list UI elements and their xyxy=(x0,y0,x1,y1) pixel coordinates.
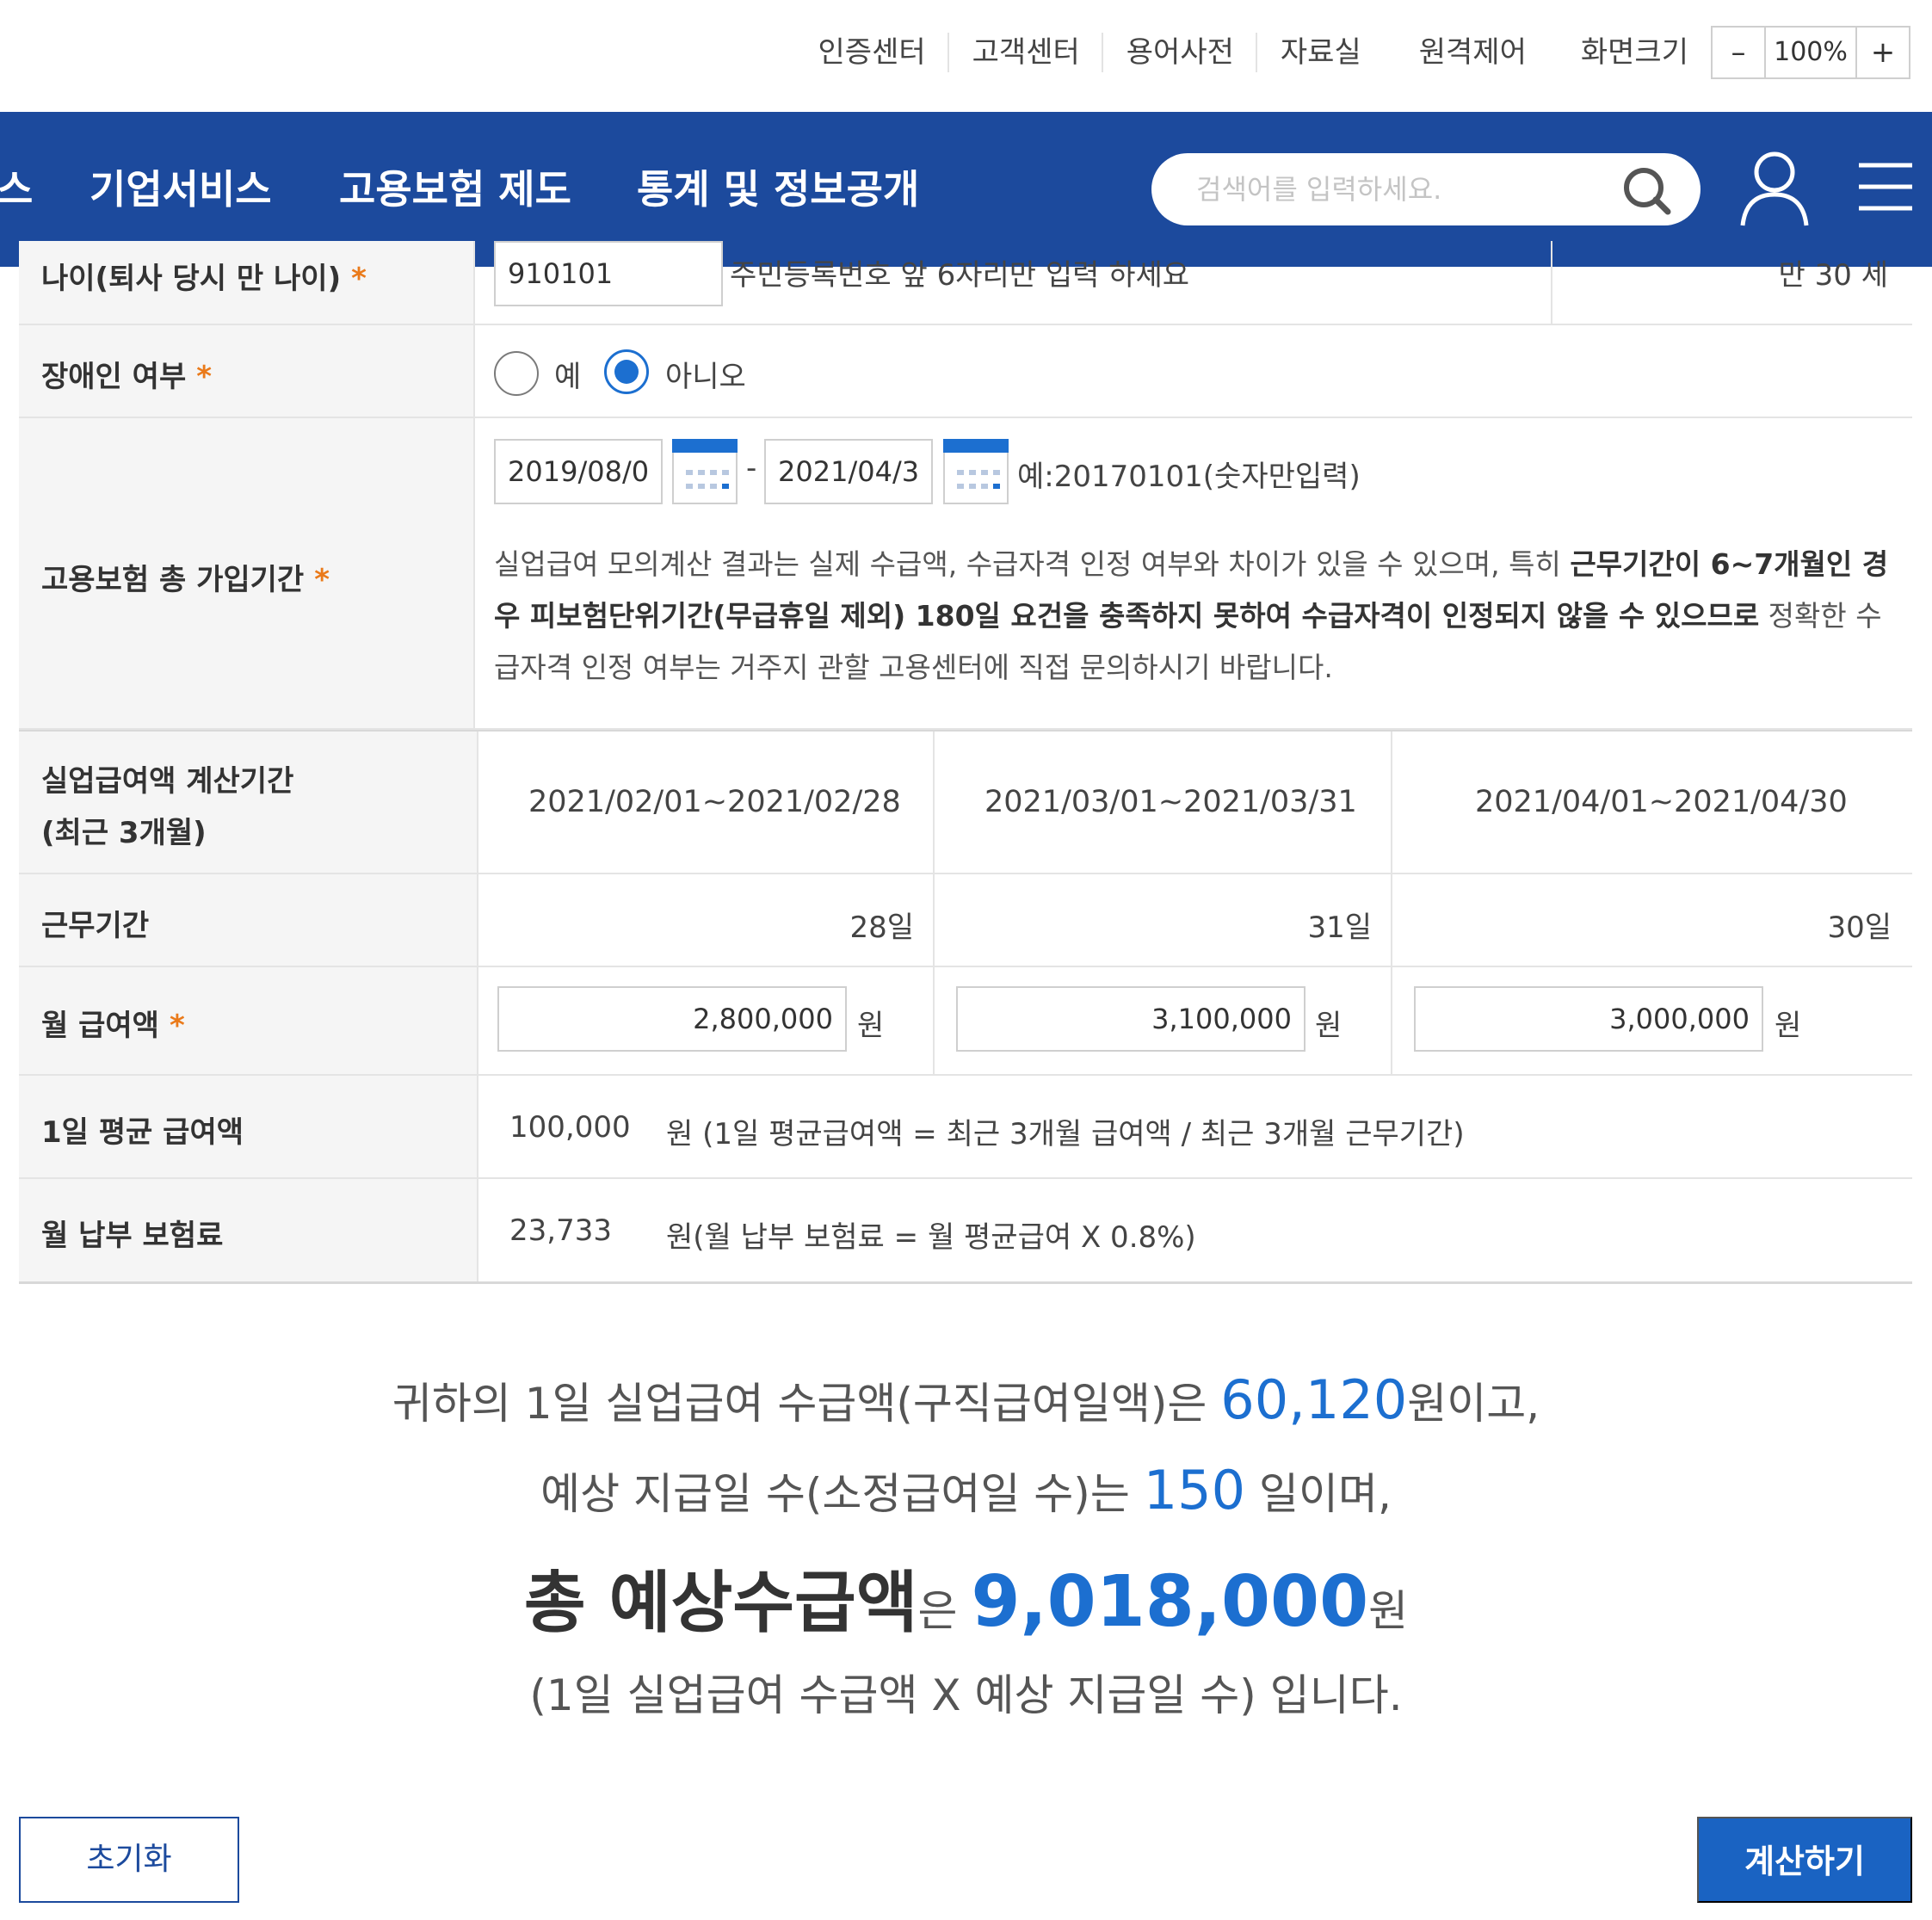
search-icon[interactable] xyxy=(1621,165,1673,217)
premium-label: 월 납부 보험료 xyxy=(41,1219,224,1253)
required-marker: * xyxy=(314,563,330,597)
monthly-pay-input-1[interactable] xyxy=(497,986,847,1052)
row-header: 1일 평균 급여액 xyxy=(19,1076,478,1177)
age-label: 나이(퇴사 당시 만 나이) xyxy=(41,262,342,296)
utility-links: 인증센터 고객센터 용어사전 자료실 원격제어 화면크기 – 100% + xyxy=(795,26,1932,79)
calendar-icon[interactable] xyxy=(672,439,738,504)
daily-avg-label: 1일 평균 급여액 xyxy=(41,1115,244,1150)
zoom-out-button[interactable]: – xyxy=(1713,28,1764,77)
result-line-daily: 귀하의 1일 실업급여 수급액(구직급여일액)은 60,120원이고, xyxy=(392,1368,1540,1431)
insurance-period-label: 고용보험 총 가입기간 xyxy=(41,563,305,597)
payment-days: 150 xyxy=(1143,1459,1246,1522)
period-month-2: 2021/03/01~2021/03/31 xyxy=(985,785,1357,819)
reset-button[interactable]: 초기화 xyxy=(19,1817,239,1903)
premium-value: 23,733 xyxy=(509,1213,612,1248)
radio-disability-yes[interactable] xyxy=(494,351,539,396)
result-line-total: 총 예상수급액은 9,018,000원 xyxy=(523,1561,1409,1643)
monthly-pay-input-2[interactable] xyxy=(956,986,1305,1052)
row-age: 나이(퇴사 당시 만 나이) * 주민등록번호 앞 6자리만 입력 하세요 만 3… xyxy=(19,241,1912,325)
total-benefit-amount: 9,018,000 xyxy=(971,1561,1369,1643)
user-icon[interactable] xyxy=(1738,148,1811,227)
row-header: 고용보험 총 가입기간 * xyxy=(19,418,475,728)
row-header: 근무기간 xyxy=(19,874,478,966)
util-link-customer-center[interactable]: 고객센터 xyxy=(949,29,1103,76)
required-marker: * xyxy=(169,1009,185,1043)
row-monthly-premium: 월 납부 보험료 23,733 원(월 납부 보험료 = 월 평균급여 X 0.… xyxy=(19,1179,1912,1284)
result-line-days: 예상 지급일 수(소정급여일 수)는 150 일이며, xyxy=(540,1459,1392,1522)
calc-period-label: 실업급여액 계산기간 xyxy=(41,764,294,799)
search-input[interactable] xyxy=(1196,153,1609,225)
age-result: 만 30 세 xyxy=(1778,258,1888,293)
currency-unit: 원 xyxy=(857,1009,885,1043)
calculate-button[interactable]: 계산하기 xyxy=(1697,1817,1912,1903)
end-date-input[interactable] xyxy=(764,439,933,504)
result-line-formula: (1일 실업급여 수급액 X 예상 지급일 수) 입니다. xyxy=(529,1670,1403,1720)
zoom-label: 화면크기 xyxy=(1580,35,1688,70)
radio-yes-label[interactable]: 예 xyxy=(554,353,581,395)
date-range-dash: - xyxy=(746,451,757,485)
row-monthly-pay: 월 급여액 * 원 원 원 xyxy=(19,967,1912,1076)
premium-formula: 원(월 납부 보험료 = 월 평균급여 X 0.8%) xyxy=(666,1220,1196,1255)
daily-avg-formula: 원 (1일 평균급여액 = 최근 3개월 급여액 / 최근 3개월 근무기간) xyxy=(666,1117,1465,1151)
search-box xyxy=(1151,153,1701,225)
zoom-in-button[interactable]: + xyxy=(1857,28,1909,77)
total-label: 총 예상수급액 xyxy=(523,1565,918,1642)
work-days-label: 근무기간 xyxy=(41,909,150,943)
birthdate-help: 주민등록번호 앞 6자리만 입력 하세요 xyxy=(730,258,1190,293)
start-date-input[interactable] xyxy=(494,439,663,504)
monthly-pay-label: 월 급여액 xyxy=(41,1009,159,1043)
period-month-3: 2021/04/01~2021/04/30 xyxy=(1475,785,1848,819)
currency-unit: 원 xyxy=(1775,1009,1802,1043)
work-days-1: 28일 xyxy=(849,911,914,945)
disability-label: 장애인 여부 xyxy=(41,360,187,394)
row-calc-period: 실업급여액 계산기간 (최근 3개월) 2021/02/01~2021/02/2… xyxy=(19,730,1912,874)
row-header: 실업급여액 계산기간 (최근 3개월) xyxy=(19,732,478,873)
work-days-2: 31일 xyxy=(1307,911,1372,945)
daily-avg-value: 100,000 xyxy=(509,1110,631,1145)
row-header: 나이(퇴사 당시 만 나이) * xyxy=(19,241,475,324)
row-header: 장애인 여부 * xyxy=(19,325,475,417)
radio-disability-no[interactable] xyxy=(604,349,649,394)
util-link-glossary[interactable]: 용어사전 xyxy=(1103,29,1258,76)
zoom-control: – 100% + xyxy=(1711,26,1910,79)
row-daily-average: 1일 평균 급여액 100,000 원 (1일 평균급여액 = 최근 3개월 급… xyxy=(19,1076,1912,1179)
calendar-icon[interactable] xyxy=(943,439,1009,504)
util-link-remote-control[interactable]: 원격제어 xyxy=(1385,29,1550,76)
currency-unit: 원 xyxy=(1315,1009,1343,1043)
row-work-days: 근무기간 28일 31일 30일 xyxy=(19,874,1912,967)
required-marker: * xyxy=(196,360,213,394)
eligibility-notice: 실업급여 모의계산 결과는 실제 수급액, 수급자격 인정 여부와 차이가 있을… xyxy=(494,547,1889,684)
radio-no-label[interactable]: 아니오 xyxy=(665,353,746,395)
date-format-example: 예:20170101(숫자만입력) xyxy=(1017,460,1361,494)
daily-benefit-amount: 60,120 xyxy=(1220,1368,1408,1431)
util-link-resources[interactable]: 자료실 xyxy=(1257,29,1385,76)
row-header: 월 납부 보험료 xyxy=(19,1179,478,1281)
calc-period-sublabel: (최근 3개월) xyxy=(41,816,207,850)
row-header: 월 급여액 * xyxy=(19,967,478,1074)
period-month-1: 2021/02/01~2021/02/28 xyxy=(528,785,901,819)
util-link-certification[interactable]: 인증센터 xyxy=(795,29,949,76)
row-disability: 장애인 여부 * 예 아니오 xyxy=(19,325,1912,418)
menu-icon[interactable] xyxy=(1857,158,1914,215)
work-days-3: 30일 xyxy=(1827,911,1892,945)
birthdate-input[interactable] xyxy=(494,241,723,306)
required-marker: * xyxy=(351,262,367,296)
monthly-pay-input-3[interactable] xyxy=(1414,986,1763,1052)
zoom-value: 100% xyxy=(1764,28,1857,77)
utility-bar: 인증센터 고객센터 용어사전 자료실 원격제어 화면크기 – 100% + xyxy=(0,0,1932,112)
